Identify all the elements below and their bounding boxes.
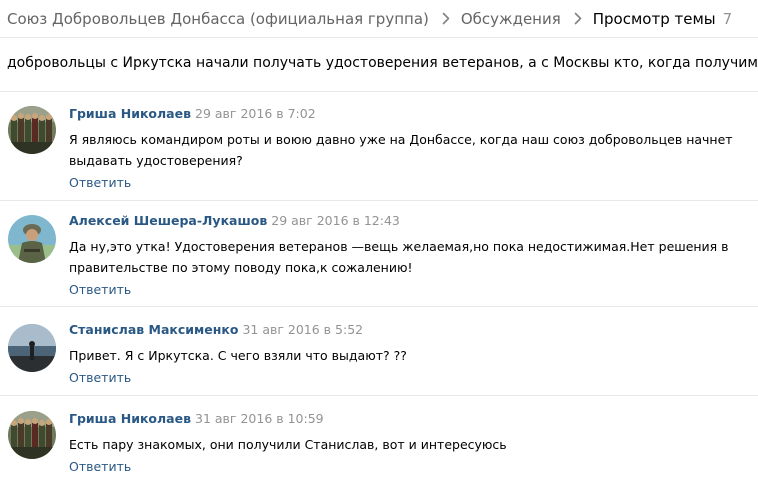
- post-author-link[interactable]: Гриша Николаев: [69, 106, 191, 121]
- breadcrumb-discussions-link[interactable]: Обсуждения: [461, 10, 561, 28]
- avatar[interactable]: [8, 215, 56, 263]
- post-text: Да ну,это утка! Удостоверения ветеранов …: [69, 239, 729, 275]
- breadcrumb-count: 7: [722, 9, 733, 28]
- chevron-right-icon: [442, 12, 450, 25]
- post-date-link[interactable]: 29 авг 2016 в 12:43: [271, 213, 400, 228]
- post-author-link[interactable]: Алексей Шешера-Лукашов: [69, 213, 267, 228]
- reply-link[interactable]: Ответить: [69, 175, 131, 191]
- breadcrumb-group-link[interactable]: Союз Добровольцев Донбасса (официальная …: [7, 10, 429, 28]
- post-date-link[interactable]: 31 авг 2016 в 5:52: [242, 322, 363, 337]
- divider: [0, 200, 758, 201]
- reply-link[interactable]: Ответить: [69, 459, 131, 475]
- divider: [0, 91, 758, 92]
- post-text: Привет. Я с Иркутска. С чего взяли что в…: [69, 348, 407, 363]
- post-author-link[interactable]: Гриша Николаев: [69, 411, 191, 426]
- post-date-link[interactable]: 29 авг 2016 в 7:02: [195, 106, 316, 121]
- post-author-link[interactable]: Станислав Максименко: [69, 322, 238, 337]
- chevron-right-icon: [574, 12, 582, 25]
- breadcrumb: Союз Добровольцев Донбасса (официальная …: [0, 0, 758, 38]
- breadcrumb-current: Просмотр темы: [592, 9, 716, 28]
- reply-link[interactable]: Ответить: [69, 282, 131, 298]
- avatar[interactable]: [8, 411, 56, 459]
- topic-title: добровольцы с Иркутска начали получать у…: [7, 55, 758, 71]
- reply-link[interactable]: Ответить: [69, 370, 131, 386]
- avatar[interactable]: [8, 324, 56, 372]
- post-text: Я являюсь командиром роты и воюю давно у…: [69, 132, 733, 168]
- post-date-link[interactable]: 31 авг 2016 в 10:59: [195, 411, 324, 426]
- divider: [0, 306, 758, 307]
- post-text: Есть пару знакомых, они получили Станисл…: [69, 437, 507, 452]
- avatar[interactable]: [8, 106, 56, 154]
- divider: [0, 395, 758, 396]
